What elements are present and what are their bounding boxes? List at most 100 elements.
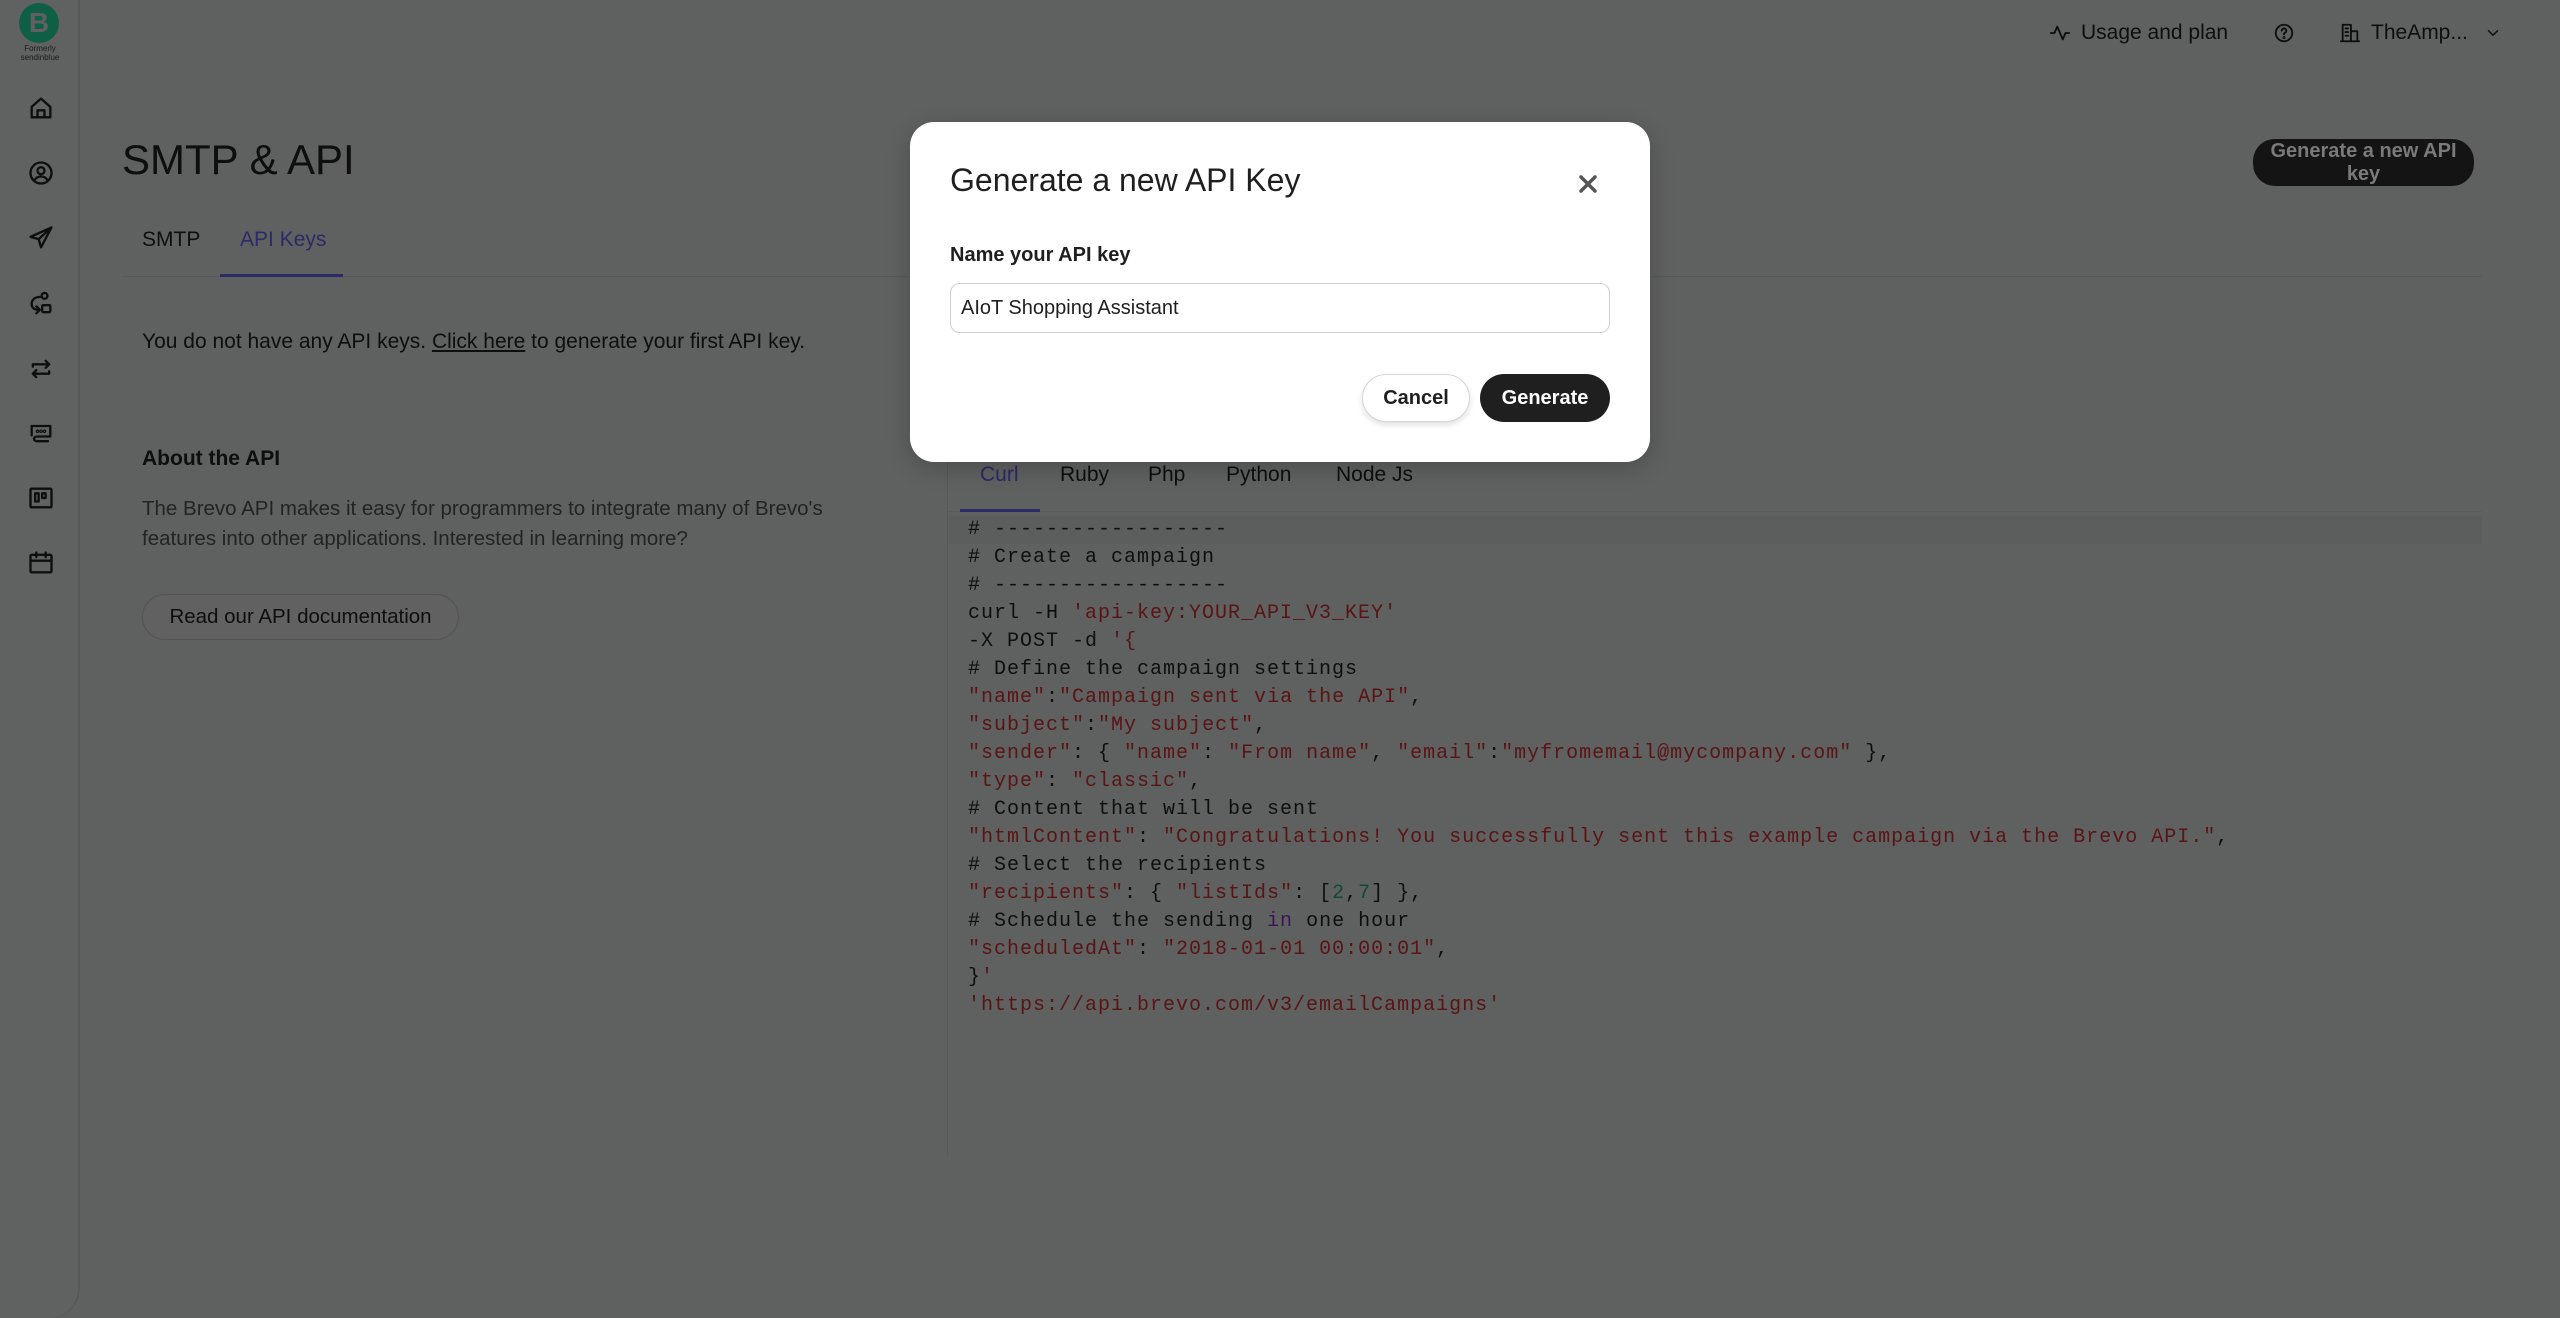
code-token: 'api-key:YOUR_API_V3_KEY' xyxy=(1072,602,1398,625)
code-token: "email" xyxy=(1397,742,1489,765)
code-token: "Campaign sent via the API" xyxy=(1059,686,1411,709)
empty-api-keys-message: You do not have any API keys. Click here… xyxy=(142,330,805,354)
code-block: # ------------------ # Create a campaign #… xyxy=(948,516,2482,1020)
usage-and-plan-link[interactable]: Usage and plan xyxy=(2049,18,2228,48)
code-token: "2018-01-01 00:00:01" xyxy=(1163,938,1437,961)
tab-smtp[interactable]: SMTP xyxy=(142,228,200,252)
code-token: one hour xyxy=(1293,910,1411,933)
code-line: # Select the recipients xyxy=(948,852,2482,880)
code-token: : xyxy=(1202,742,1229,765)
code-line: "type": "classic", xyxy=(948,768,2482,796)
transactional-icon[interactable] xyxy=(27,355,55,383)
code-token: } xyxy=(968,966,982,989)
home-icon[interactable] xyxy=(27,94,55,122)
generate-api-key-button[interactable]: Generate a new API key xyxy=(2253,139,2474,186)
code-token: , xyxy=(1189,770,1203,793)
code-token: "sender" xyxy=(968,742,1073,765)
code-token: -X POST -d xyxy=(968,630,1112,653)
code-token: }, xyxy=(1852,742,1892,765)
close-icon[interactable] xyxy=(1572,168,1604,200)
click-here-link[interactable]: Click here xyxy=(432,330,525,353)
code-token: , xyxy=(2216,826,2230,849)
code-token: "name" xyxy=(1124,742,1203,765)
code-token: # ------------------ xyxy=(968,574,1229,597)
generate-button[interactable]: Generate xyxy=(1480,374,1610,422)
code-token: "recipients" xyxy=(968,882,1125,905)
cancel-button[interactable]: Cancel xyxy=(1362,374,1470,422)
code-token: : xyxy=(1488,742,1502,765)
code-line: # Create a campaign xyxy=(948,544,2482,572)
code-token: , xyxy=(1254,714,1268,737)
code-token: curl -H xyxy=(968,602,1073,625)
api-documentation-button[interactable]: Read our API documentation xyxy=(142,594,459,640)
code-line: -X POST -d '{ xyxy=(948,628,2482,656)
code-token: "My subject" xyxy=(1098,714,1255,737)
api-key-name-label: Name your API key xyxy=(950,244,1131,266)
code-token: : xyxy=(1137,938,1164,961)
code-token: : xyxy=(1046,686,1060,709)
code-line: }' xyxy=(948,964,2482,992)
code-token: "name" xyxy=(968,686,1047,709)
code-token: ] }, xyxy=(1371,882,1424,905)
logo-subtitle: Formerly sendinblue xyxy=(20,44,60,62)
sidebar: B Formerly sendinblue xyxy=(0,0,80,1318)
code-token: # ------------------ xyxy=(968,518,1229,541)
organization-name: TheAmp... xyxy=(2371,21,2468,44)
empty-message-text: You do not have any API keys. xyxy=(142,330,432,353)
active-code-tab-indicator xyxy=(960,509,1040,512)
code-tab-ruby[interactable]: Ruby xyxy=(1060,463,1109,487)
empty-message-text-end: to generate your first API key. xyxy=(525,330,806,353)
code-tabs-divider xyxy=(948,511,2482,512)
code-line: "recipients": { "listIds": [2,7] }, xyxy=(948,880,2482,908)
code-tab-nodejs[interactable]: Node Js xyxy=(1336,463,1413,487)
code-token: ' xyxy=(981,966,995,989)
code-token: "From name" xyxy=(1228,742,1372,765)
code-token: : xyxy=(1046,770,1073,793)
about-api-heading: About the API xyxy=(142,447,281,470)
tab-api-keys[interactable]: API Keys xyxy=(240,228,326,252)
conversations-icon[interactable] xyxy=(27,419,55,447)
code-token: "type" xyxy=(968,770,1047,793)
contacts-icon[interactable] xyxy=(27,159,55,187)
code-token: : { xyxy=(1072,742,1125,765)
active-tab-indicator xyxy=(220,274,343,277)
organization-menu[interactable]: TheAmp... xyxy=(2339,18,2502,48)
code-tab-python[interactable]: Python xyxy=(1226,463,1291,487)
code-line: 'https://api.brevo.com/v3/emailCampaigns… xyxy=(948,992,2482,1020)
modal-title: Generate a new API Key xyxy=(950,162,1301,198)
code-token: '{ xyxy=(1111,630,1138,653)
code-line: "htmlContent": "Congratulations! You suc… xyxy=(948,824,2482,852)
about-api-text: The Brevo API makes it easy for programm… xyxy=(142,497,823,550)
code-token: 2 xyxy=(1332,882,1346,905)
code-line: # Define the campaign settings xyxy=(948,656,2482,684)
help-button[interactable] xyxy=(2273,18,2295,48)
code-token: # Create a campaign xyxy=(968,546,1216,569)
code-tab-curl[interactable]: Curl xyxy=(980,463,1019,487)
code-line: "scheduledAt": "2018-01-01 00:00:01", xyxy=(948,936,2482,964)
code-token: , xyxy=(1410,686,1424,709)
calendar-icon[interactable] xyxy=(27,549,55,577)
code-token: , xyxy=(1371,742,1398,765)
code-line: "name":"Campaign sent via the API", xyxy=(948,684,2482,712)
code-token: # Select the recipients xyxy=(968,854,1268,877)
usage-label: Usage and plan xyxy=(2081,21,2229,44)
code-tab-php[interactable]: Php xyxy=(1148,463,1185,487)
campaigns-send-icon[interactable] xyxy=(27,224,55,252)
deals-board-icon[interactable] xyxy=(27,484,55,512)
api-key-name-input[interactable] xyxy=(950,283,1610,333)
automation-icon[interactable] xyxy=(27,290,55,318)
code-token: in xyxy=(1267,910,1294,933)
code-token: # Schedule the sending xyxy=(968,910,1268,933)
code-token: "htmlContent" xyxy=(968,826,1138,849)
code-token: "Congratulations! You successfully sent … xyxy=(1163,826,2217,849)
code-line: # ------------------ xyxy=(948,572,2482,600)
code-token: "myfromemail@mycompany.com" xyxy=(1501,742,1853,765)
code-token: , xyxy=(1436,938,1450,961)
chevron-down-icon xyxy=(2487,30,2499,36)
brevo-logo[interactable]: B xyxy=(19,3,59,43)
activity-icon xyxy=(2049,25,2071,41)
help-icon xyxy=(2274,23,2294,43)
code-token: , xyxy=(1345,882,1359,905)
code-line: curl -H 'api-key:YOUR_API_V3_KEY' xyxy=(948,600,2482,628)
code-token: : [ xyxy=(1293,882,1333,905)
